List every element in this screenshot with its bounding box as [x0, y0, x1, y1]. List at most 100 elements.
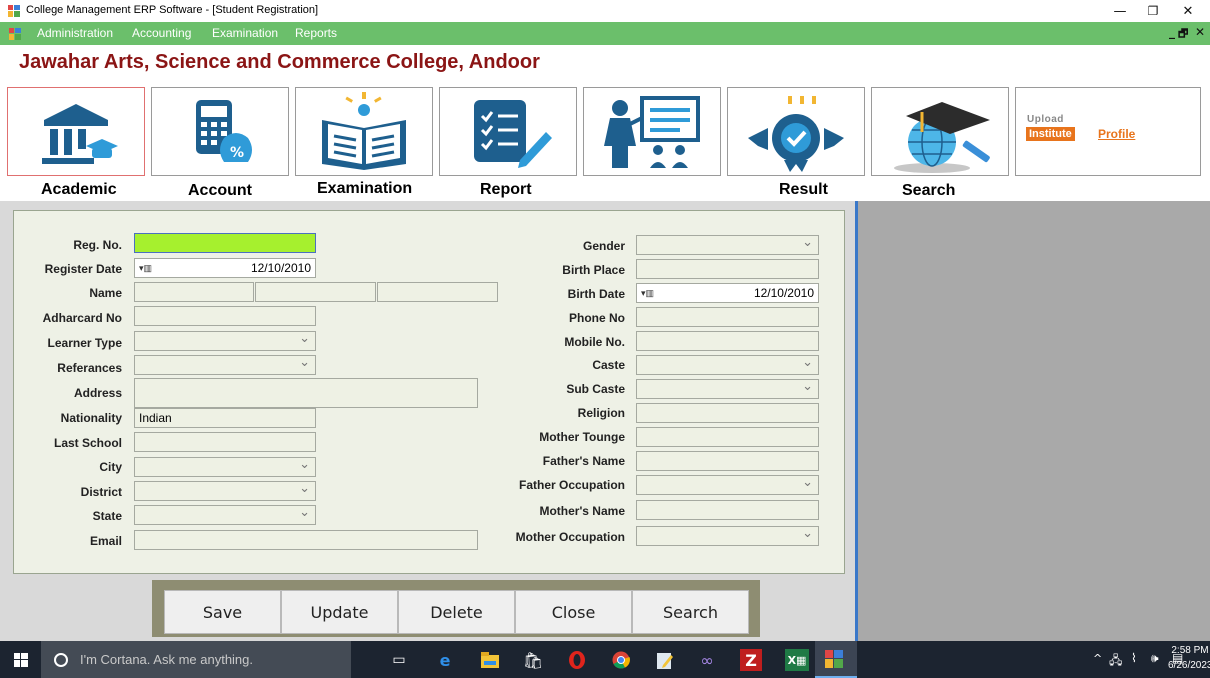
erp-app-icon[interactable] — [825, 650, 843, 668]
tray-overflow-icon[interactable]: ^ — [1093, 652, 1102, 665]
windows-start-icon[interactable] — [14, 653, 28, 667]
tile-label-academic: Academic — [41, 181, 117, 198]
network-icon[interactable]: 🖧 — [1109, 651, 1122, 672]
state-label: State — [92, 509, 122, 523]
mobile-no-input[interactable] — [636, 331, 819, 351]
address-input[interactable] — [134, 378, 478, 408]
tile-label-examination: Examination — [317, 180, 413, 197]
mdi-restore-button[interactable]: 🗗 — [1178, 25, 1188, 44]
menu-accounting[interactable]: Accounting — [132, 26, 191, 40]
nationality-input[interactable]: Indian — [134, 408, 316, 428]
bank-building-icon — [42, 104, 118, 164]
mother-tounge-label: Mother Tounge — [539, 430, 625, 444]
window-title-bar: College Management ERP Software - [Stude… — [0, 0, 1210, 22]
taskbar-time[interactable]: 2:58 PM — [1170, 645, 1210, 656]
caste-select[interactable] — [636, 354, 819, 375]
upload-label: Upload — [1027, 114, 1064, 125]
phone-no-label: Phone No — [569, 311, 625, 325]
award-ribbon-icon — [748, 96, 844, 172]
delete-button[interactable]: Delete — [398, 590, 515, 634]
tile-report[interactable] — [439, 87, 577, 176]
references-select[interactable] — [134, 354, 316, 375]
window-title: College Management ERP Software - [Stude… — [26, 4, 319, 16]
institute-label: Institute — [1026, 127, 1075, 141]
menu-administration[interactable]: Administration — [37, 26, 113, 40]
adharcard-label: Adharcard No — [42, 311, 122, 325]
file-explorer-icon[interactable] — [479, 649, 501, 671]
sub-caste-label: Sub Caste — [566, 382, 625, 396]
birth-date-value: 12/10/2010 — [753, 286, 814, 300]
tile-account[interactable]: % — [151, 87, 289, 176]
adharcard-input[interactable] — [134, 306, 316, 326]
calendar-dropdown-icon[interactable]: ▾▥ — [641, 288, 654, 299]
father-occupation-label: Father Occupation — [518, 478, 625, 492]
birth-place-input[interactable] — [636, 259, 819, 279]
district-label: District — [80, 485, 122, 499]
mother-occupation-select[interactable] — [636, 525, 819, 546]
close-window-button[interactable]: ✕ — [1166, 0, 1210, 22]
religion-input[interactable] — [636, 403, 819, 423]
district-select[interactable] — [134, 480, 316, 501]
notepad-icon[interactable] — [654, 649, 676, 671]
chrome-icon[interactable] — [610, 649, 632, 671]
update-button[interactable]: Update — [281, 590, 398, 634]
cortana-placeholder: I'm Cortana. Ask me anything. — [80, 652, 254, 667]
calendar-dropdown-icon[interactable]: ▾▥ — [139, 263, 152, 274]
father-occupation-select[interactable] — [636, 474, 819, 495]
middle-name-input[interactable] — [255, 282, 376, 302]
email-label: Email — [89, 534, 122, 548]
save-button[interactable]: Save — [164, 590, 281, 634]
tile-teacher[interactable] — [583, 87, 721, 176]
first-name-input[interactable] — [134, 282, 254, 302]
learner-type-select[interactable] — [134, 330, 316, 351]
task-view-icon[interactable]: ▭ — [388, 649, 410, 671]
menu-reports[interactable]: Reports — [295, 26, 337, 40]
profile-link[interactable]: Profile — [1098, 127, 1135, 141]
tile-academic[interactable] — [7, 87, 145, 176]
edge-icon[interactable]: e — [434, 649, 456, 671]
splitter[interactable] — [855, 201, 858, 641]
last-school-input[interactable] — [134, 432, 316, 452]
gender-label: Gender — [582, 239, 625, 253]
open-book-icon — [322, 92, 406, 170]
city-select[interactable] — [134, 456, 316, 477]
email-input[interactable] — [134, 530, 478, 550]
store-icon[interactable]: 🛍 — [522, 649, 544, 671]
mother-occupation-label: Mother Occupation — [515, 530, 625, 544]
right-empty-area — [858, 201, 1210, 641]
tile-label-result: Result — [779, 181, 828, 198]
tile-result[interactable] — [727, 87, 865, 176]
search-button[interactable]: Search — [632, 590, 749, 634]
sub-caste-select[interactable] — [636, 378, 819, 399]
reg-no-input[interactable] — [134, 233, 316, 253]
close-button[interactable]: Close — [515, 590, 632, 634]
menu-examination[interactable]: Examination — [212, 26, 278, 40]
college-name-heading: Jawahar Arts, Science and Commerce Colle… — [19, 51, 540, 73]
mdi-close-button[interactable]: ✕ — [1195, 25, 1205, 39]
tile-label-search: Search — [902, 182, 956, 199]
register-date-picker[interactable]: ▾▥ 12/10/2010 — [134, 258, 316, 278]
tile-examination[interactable] — [295, 87, 433, 176]
wifi-icon[interactable]: ⌇ — [1131, 651, 1137, 665]
volume-icon[interactable]: 🕪 — [1151, 651, 1159, 666]
fathers-name-input[interactable] — [636, 451, 819, 471]
taskbar-date[interactable]: 6/26/2023 — [1168, 660, 1210, 671]
mothers-name-input[interactable] — [636, 500, 819, 520]
caste-label: Caste — [592, 358, 625, 372]
last-school-label: Last School — [53, 436, 122, 450]
excel-icon[interactable]: X▦ — [785, 649, 809, 671]
tile-search[interactable] — [871, 87, 1009, 176]
nationality-label: Nationality — [60, 411, 122, 425]
birth-date-picker[interactable]: ▾▥ 12/10/2010 — [636, 283, 819, 303]
mother-tounge-input[interactable] — [636, 427, 819, 447]
link-icon[interactable]: ∞ — [696, 649, 718, 671]
mdi-minimize-button[interactable]: _ — [1169, 25, 1175, 39]
opera-icon[interactable] — [566, 649, 588, 671]
gender-select[interactable] — [636, 234, 819, 255]
address-label: Address — [73, 386, 122, 400]
state-select[interactable] — [134, 504, 316, 525]
register-date-label: Register Date — [44, 262, 122, 276]
city-label: City — [99, 460, 122, 474]
filezilla-icon[interactable]: Z — [740, 649, 762, 671]
phone-no-input[interactable] — [636, 307, 819, 327]
